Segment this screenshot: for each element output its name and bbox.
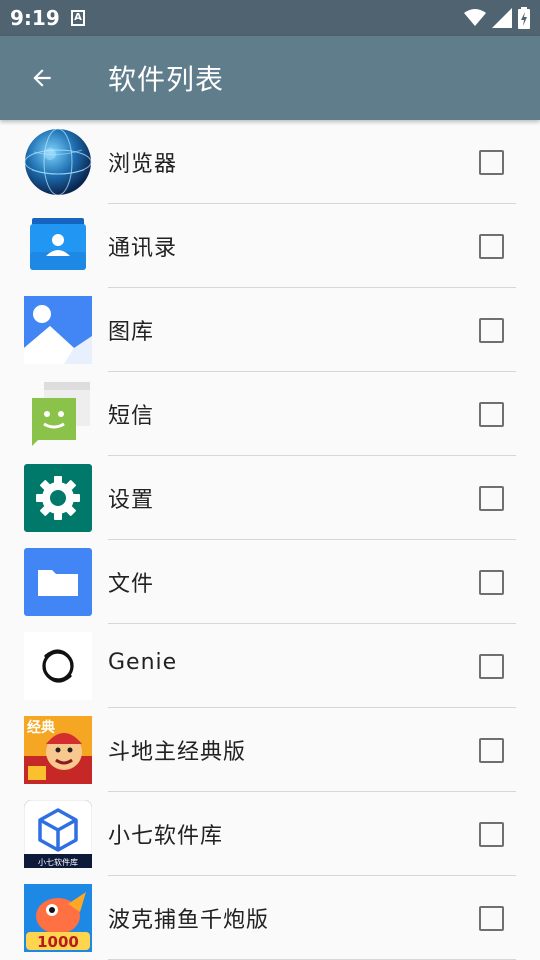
list-item[interactable]: 设置 xyxy=(0,456,540,540)
list-item[interactable]: 文件 xyxy=(0,540,540,624)
settings-gear-icon xyxy=(24,464,92,532)
list-item[interactable]: 小七软件库 小七软件库 xyxy=(0,792,540,876)
select-checkbox[interactable] xyxy=(479,738,504,763)
icon-text: 经典 xyxy=(27,719,55,736)
app-bar: 软件列表 xyxy=(0,36,540,120)
app-label: 短信 xyxy=(108,404,155,429)
list-item[interactable]: 通讯录 xyxy=(0,204,540,288)
status-bar: 9:19 A xyxy=(0,0,540,36)
select-checkbox[interactable] xyxy=(479,234,504,259)
gallery-icon xyxy=(24,296,92,364)
arrow-back-icon xyxy=(33,69,51,87)
app-list: 浏览器 通讯录 图库 短信 设置 文件 Genie 经典 斗地主经典版 小七软件… xyxy=(0,120,540,960)
select-checkbox[interactable] xyxy=(479,318,504,343)
status-time: 9:19 xyxy=(10,6,60,30)
app-label: 波克捕鱼千炮版 xyxy=(108,908,270,933)
list-item[interactable]: 经典 斗地主经典版 xyxy=(0,708,540,792)
status-icons xyxy=(464,6,530,30)
app-label: 小七软件库 xyxy=(108,824,224,849)
folder-icon xyxy=(24,548,92,616)
cube-icon: 小七软件库 xyxy=(24,800,92,868)
app-label: 浏览器 xyxy=(108,152,178,177)
page-title: 软件列表 xyxy=(108,63,225,96)
wifi-icon xyxy=(464,9,486,26)
list-item[interactable]: 浏览器 xyxy=(0,120,540,204)
globe-icon xyxy=(24,128,92,196)
messaging-icon xyxy=(24,380,92,448)
icon-text: 1000 xyxy=(37,933,79,951)
select-checkbox[interactable] xyxy=(479,402,504,427)
app-label: 设置 xyxy=(108,488,155,513)
select-checkbox[interactable] xyxy=(479,822,504,847)
select-checkbox[interactable] xyxy=(479,570,504,595)
doudizhu-icon: 经典 xyxy=(24,716,92,784)
app-label: Genie xyxy=(108,650,178,675)
list-item[interactable]: 1000 波克捕鱼千炮版 xyxy=(0,876,540,960)
select-checkbox[interactable] xyxy=(479,150,504,175)
list-item[interactable]: 图库 xyxy=(0,288,540,372)
contacts-icon xyxy=(24,212,92,280)
fishing-game-icon: 1000 xyxy=(24,884,92,952)
signal-icon xyxy=(492,8,512,28)
select-checkbox[interactable] xyxy=(479,906,504,931)
app-label: 文件 xyxy=(108,572,155,597)
list-item[interactable]: Genie xyxy=(0,624,540,708)
icon-text: 小七软件库 xyxy=(38,857,78,867)
genie-logo-icon xyxy=(24,632,92,700)
select-checkbox[interactable] xyxy=(479,486,504,511)
app-label: 通讯录 xyxy=(108,236,178,261)
app-label: 图库 xyxy=(108,320,155,345)
select-checkbox[interactable] xyxy=(479,654,504,679)
list-item[interactable]: 短信 xyxy=(0,372,540,456)
a-notification-icon: A xyxy=(71,10,85,26)
app-label: 斗地主经典版 xyxy=(108,740,247,765)
battery-charging-icon xyxy=(518,7,530,29)
back-button[interactable] xyxy=(18,54,66,102)
